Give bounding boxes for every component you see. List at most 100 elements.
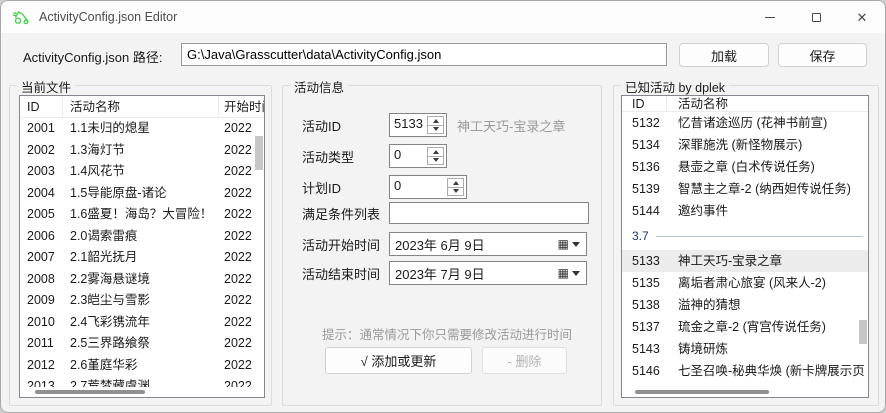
- list-item[interactable]: 5138溢神的猜想: [622, 294, 868, 316]
- list-item[interactable]: 5133神工天巧-宝录之章: [622, 250, 868, 272]
- table-row[interactable]: 20041.5导能原盘-诸论2022: [20, 183, 264, 205]
- cell-id: 2006: [20, 226, 63, 248]
- cell-name: 铸境研炼: [667, 338, 868, 360]
- list-item[interactable]: 5132忆昔诸途巡历 (花神书前宣): [622, 112, 868, 134]
- column-header-start[interactable]: 开始时间: [219, 96, 264, 117]
- cell-name: 忆昔诸途巡历 (花神书前宣): [667, 112, 868, 134]
- divider-line: [656, 236, 863, 237]
- current-file-horizontal-scrollbar[interactable]: [20, 387, 254, 397]
- column-header-id[interactable]: ID: [622, 96, 667, 111]
- cell-name: 1.4风花节: [63, 161, 219, 183]
- titlebar[interactable]: ActivityConfig.json Editor ✕: [1, 1, 885, 33]
- table-row[interactable]: 20112.5三界路飨祭2022: [20, 333, 264, 355]
- save-button[interactable]: 保存: [778, 43, 867, 67]
- calendar-icon: ▦: [558, 238, 569, 250]
- table-row[interactable]: 20021.3海灯节2022: [20, 140, 264, 162]
- known-activities-panel-title: 已知活动 by dplek: [621, 77, 729, 96]
- scrollbar-thumb[interactable]: [635, 390, 769, 394]
- version-label: 3.7: [632, 229, 649, 243]
- spin-down-button[interactable]: [428, 125, 443, 134]
- window-title: ActivityConfig.json Editor: [39, 10, 177, 24]
- version-divider: 3.7: [622, 222, 868, 250]
- cell-id: 5136: [622, 156, 667, 178]
- close-button[interactable]: ✕: [839, 1, 885, 33]
- table-row[interactable]: 20072.1韶光抚月2022: [20, 247, 264, 269]
- end-time-datepicker[interactable]: 2023年 7月 9日 ▦: [389, 261, 587, 285]
- column-header-name[interactable]: 活动名称: [63, 96, 219, 117]
- cell-name: 2.0谒索雷痕: [63, 226, 219, 248]
- activity-type-value: 0: [390, 145, 425, 167]
- list-item[interactable]: 5146七圣召唤-秘典华焕 (新卡牌展示页: [622, 360, 868, 382]
- dropdown-arrow-icon: [572, 242, 580, 247]
- cell-name: 1.6盛夏！海岛？大冒险！: [63, 204, 219, 226]
- spin-up-button[interactable]: [428, 148, 443, 156]
- cell-name: 深罪施洗 (新怪物展示): [667, 134, 868, 156]
- spin-down-button[interactable]: [428, 156, 443, 165]
- cell-id: 2010: [20, 312, 63, 334]
- scrollbar-thumb[interactable]: [35, 390, 145, 394]
- app-window: ActivityConfig.json Editor ✕ ActivityCon…: [0, 0, 886, 413]
- table-row[interactable]: 20011.1未归的熄星2022: [20, 118, 264, 140]
- cell-id: 2008: [20, 269, 63, 291]
- known-activities-vertical-scrollbar[interactable]: [858, 112, 868, 387]
- cell-name: 七圣召唤-秘典华焕 (新卡牌展示页: [667, 360, 868, 382]
- known-activities-header[interactable]: ID 活动名称: [622, 96, 868, 112]
- table-row[interactable]: 20051.6盛夏！海岛？大冒险！2022: [20, 204, 264, 226]
- cell-id: 2003: [20, 161, 63, 183]
- activity-name-note: 神工天巧-宝录之章: [457, 116, 565, 135]
- schedule-id-spinner[interactable]: 0: [389, 175, 467, 199]
- cell-id: 5144: [622, 200, 667, 222]
- scrollbar-thumb[interactable]: [859, 320, 867, 344]
- minimize-button[interactable]: [747, 1, 793, 33]
- column-header-name[interactable]: 活动名称: [667, 96, 868, 111]
- path-label: ActivityConfig.json 路径:: [23, 47, 162, 66]
- list-item[interactable]: 5136悬壶之章 (白术传说任务): [622, 156, 868, 178]
- known-activities-horizontal-scrollbar[interactable]: [622, 387, 858, 397]
- known-activities-list: ID 活动名称 5132忆昔诸途巡历 (花神书前宣)5134深罪施洗 (新怪物展…: [621, 95, 869, 398]
- table-row[interactable]: 20082.2雾海悬谜境2022: [20, 269, 264, 291]
- activity-type-spinner[interactable]: 0: [389, 144, 447, 168]
- current-file-vertical-scrollbar[interactable]: [254, 118, 264, 387]
- end-time-value: 2023年 7月 9日: [390, 264, 558, 283]
- list-item[interactable]: 5134深罪施洗 (新怪物展示): [622, 134, 868, 156]
- activity-type-label: 活动类型: [302, 147, 389, 166]
- activity-id-spinner[interactable]: 5133: [389, 113, 447, 137]
- spin-down-button[interactable]: [448, 187, 463, 196]
- calendar-icon: ▦: [558, 267, 569, 279]
- spinner-buttons: [427, 116, 444, 134]
- table-row[interactable]: 20122.6堇庭华彩2022: [20, 355, 264, 377]
- cell-id: 2009: [20, 290, 63, 312]
- table-row[interactable]: 20062.0谒索雷痕2022: [20, 226, 264, 248]
- spinner-buttons: [427, 147, 444, 165]
- current-file-rows: 20011.1未归的熄星202220021.3海灯节202220031.4风花节…: [20, 118, 264, 398]
- spin-up-button[interactable]: [428, 117, 443, 125]
- list-item[interactable]: 5143铸境研炼: [622, 338, 868, 360]
- maximize-button[interactable]: [793, 1, 839, 33]
- app-icon: [13, 9, 31, 25]
- list-item[interactable]: 5137琉金之章-2 (宵宫传说任务): [622, 316, 868, 338]
- current-file-panel: 当前文件 ID 活动名称 开始时间 20011.1未归的熄星202220021.…: [9, 85, 272, 406]
- activity-id-value: 5133: [390, 114, 425, 136]
- spin-up-button[interactable]: [448, 179, 463, 187]
- add-or-update-button[interactable]: √ 添加或更新: [325, 347, 472, 374]
- current-file-panel-title: 当前文件: [17, 77, 75, 96]
- cell-id: 2004: [20, 183, 63, 205]
- scrollbar-thumb[interactable]: [255, 136, 263, 170]
- path-input[interactable]: [181, 43, 667, 66]
- activity-info-panel-title: 活动信息: [290, 77, 348, 96]
- current-file-list: ID 活动名称 开始时间 20011.1未归的熄星202220021.3海灯节2…: [19, 95, 265, 398]
- condition-list-input[interactable]: [389, 202, 589, 224]
- start-time-datepicker[interactable]: 2023年 6月 9日 ▦: [389, 232, 587, 256]
- table-row[interactable]: 20031.4风花节2022: [20, 161, 264, 183]
- list-item[interactable]: 5144邀约事件: [622, 200, 868, 222]
- schedule-id-label: 计划ID: [302, 178, 389, 197]
- cell-name: 神工天巧-宝录之章: [667, 250, 868, 272]
- list-item[interactable]: 5135离垢者肃心旅宴 (风来人-2): [622, 272, 868, 294]
- current-file-header[interactable]: ID 活动名称 开始时间: [20, 96, 264, 118]
- cell-name: 2.4飞彩镌流年: [63, 312, 219, 334]
- load-button[interactable]: 加载: [679, 43, 769, 67]
- table-row[interactable]: 20092.3皑尘与雪影2022: [20, 290, 264, 312]
- list-item[interactable]: 5139智慧主之章-2 (纳西妲传说任务): [622, 178, 868, 200]
- table-row[interactable]: 20102.4飞彩镌流年2022: [20, 312, 264, 334]
- column-header-id[interactable]: ID: [20, 96, 63, 117]
